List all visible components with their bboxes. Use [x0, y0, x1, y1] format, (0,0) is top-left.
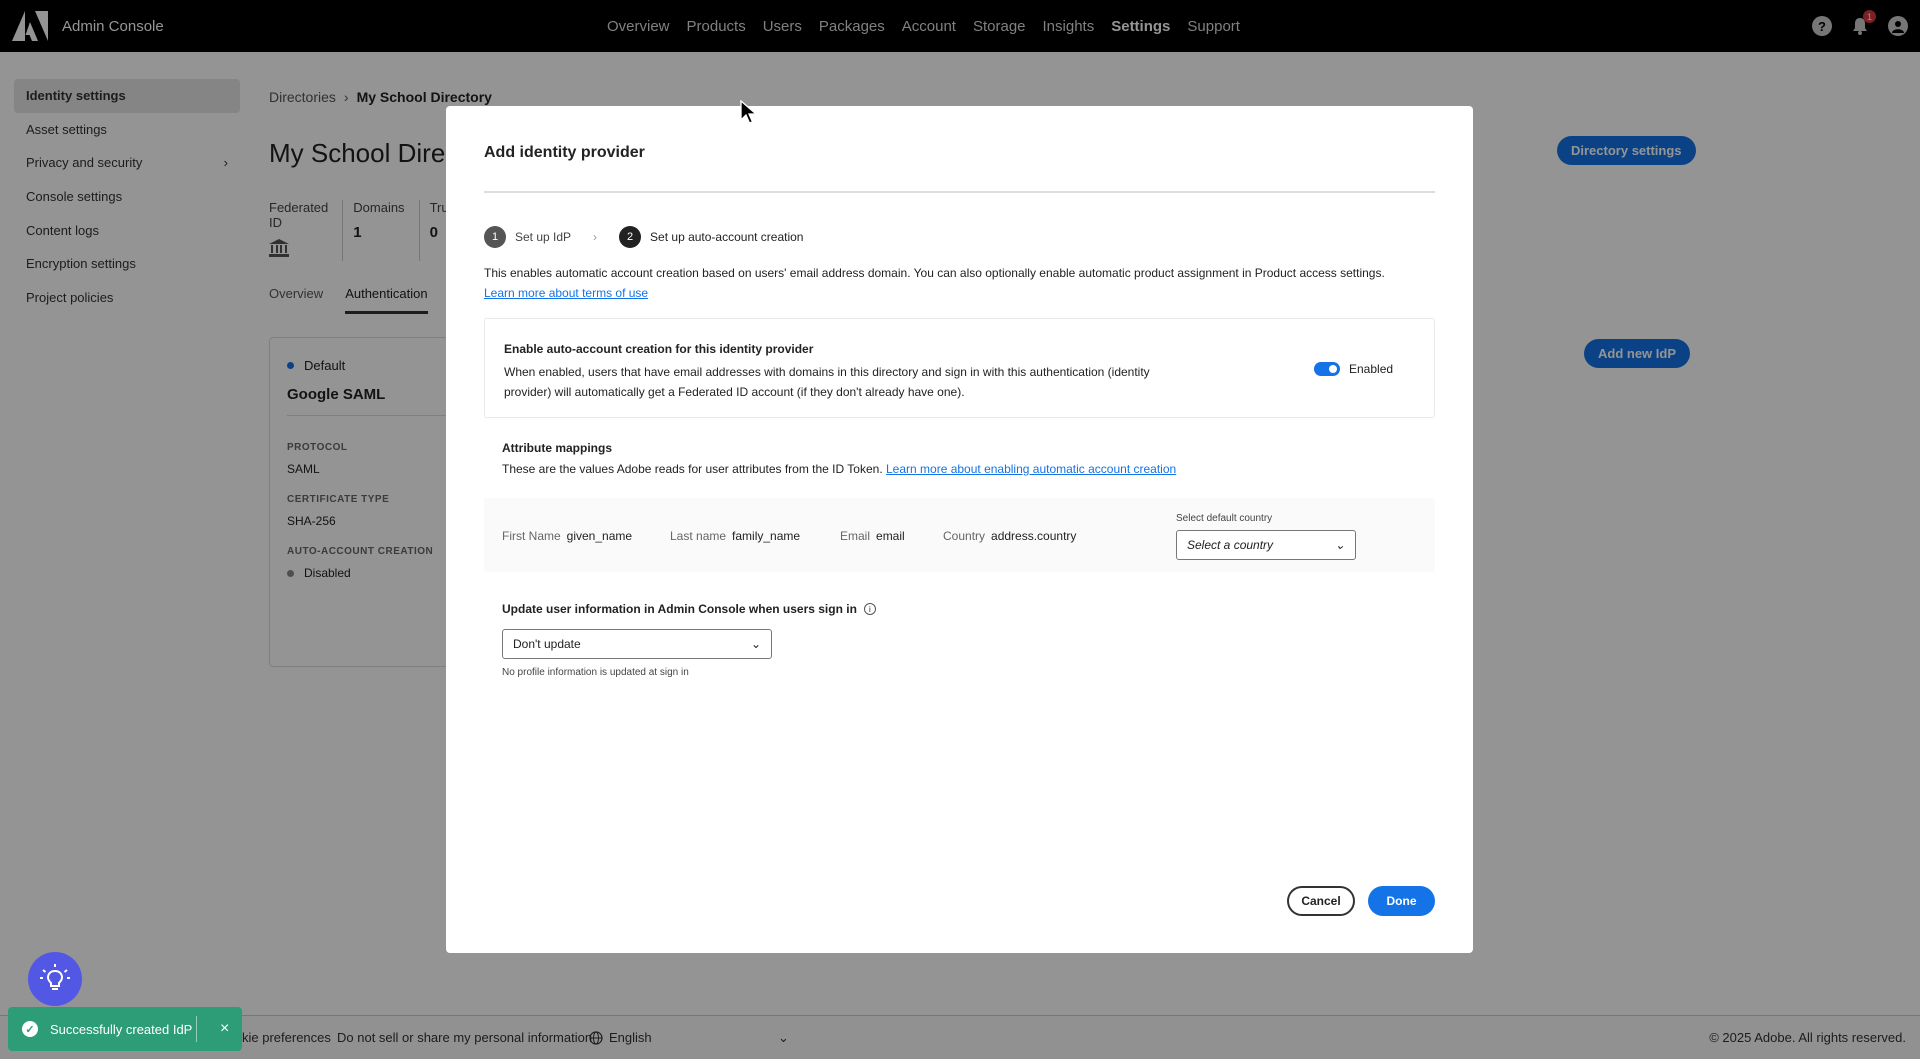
mapping-first-name: First Name given_name	[502, 529, 632, 543]
mapping-value: given_name	[566, 529, 633, 543]
terms-of-use-link[interactable]: Learn more about terms of use	[484, 286, 648, 300]
mapping-key: Last name	[670, 529, 727, 543]
mouse-cursor-icon	[740, 100, 758, 124]
attribute-mappings-title: Attribute mappings	[502, 441, 612, 455]
mapping-last-name: Last name family_name	[670, 529, 800, 543]
mapping-value: family_name	[732, 529, 801, 543]
add-identity-provider-dialog: Add identity provider 1 Set up IdP › 2 S…	[446, 106, 1473, 953]
dialog-title: Add identity provider	[484, 144, 645, 161]
mapping-value: email	[876, 529, 905, 543]
dialog-divider	[484, 191, 1435, 193]
chevron-down-icon: ⌄	[750, 637, 761, 651]
stepper: 1 Set up IdP › 2 Set up auto-account cre…	[484, 226, 803, 248]
mapping-email: Email email	[840, 529, 905, 543]
auto-account-learn-more-link[interactable]: Learn more about enabling automatic acco…	[886, 462, 1176, 476]
toggle-label: Enabled	[1349, 362, 1394, 376]
step-number: 2	[619, 226, 642, 248]
close-icon[interactable]: ×	[220, 1020, 229, 1038]
attribute-mapping-row: First Name given_name Last name family_n…	[484, 498, 1435, 572]
mapping-value: address.country	[991, 529, 1077, 543]
attribute-mappings-description: These are the values Adobe reads for use…	[502, 462, 1176, 476]
lightbulb-icon	[40, 964, 70, 990]
toast-message: Successfully created IdP	[50, 1021, 193, 1037]
toggle-switch[interactable]	[1314, 362, 1340, 376]
chevron-down-icon: ⌄	[1334, 538, 1345, 552]
dialog-description: This enables automatic account creation …	[484, 263, 1435, 303]
toggle-knob	[1329, 365, 1337, 373]
success-toast: ✓ Successfully created IdP ×	[8, 1007, 242, 1051]
select-placeholder: Select a country	[1187, 538, 1274, 552]
mapping-key: Country	[943, 529, 986, 543]
mapping-country: Country address.country	[943, 529, 1076, 543]
step-setup-idp[interactable]: Set up IdP	[515, 230, 571, 244]
step-auto-account-creation: Set up auto-account creation	[650, 230, 804, 244]
attribute-mappings-text: These are the values Adobe reads for use…	[502, 462, 883, 476]
auto-account-description: When enabled, users that have email addr…	[504, 365, 1150, 399]
description-text: This enables automatic account creation …	[484, 266, 1385, 280]
default-country-select[interactable]: Select a country ⌄	[1176, 530, 1356, 560]
select-value: Don't update	[513, 637, 581, 651]
chevron-right-icon: ›	[593, 230, 598, 244]
info-icon[interactable]: i	[863, 603, 876, 615]
help-assistant-button[interactable]	[28, 952, 82, 1006]
done-button[interactable]: Done	[1368, 886, 1435, 916]
default-country-label: Select default country	[1176, 513, 1273, 524]
auto-account-title: Enable auto-account creation for this id…	[504, 342, 814, 356]
mapping-key: First Name	[502, 529, 561, 543]
update-info-select[interactable]: Don't update ⌄	[502, 629, 772, 659]
auto-account-panel: Enable auto-account creation for this id…	[484, 318, 1435, 418]
checkmark-icon: ✓	[22, 1021, 38, 1037]
auto-account-toggle[interactable]: Enabled	[1314, 362, 1393, 376]
cancel-button[interactable]: Cancel	[1287, 886, 1355, 916]
update-info-help: No profile information is updated at sig…	[502, 667, 689, 678]
step-number: 1	[484, 226, 506, 248]
toast-divider	[196, 1016, 197, 1042]
update-info-text: Update user information in Admin Console…	[502, 602, 857, 616]
update-info-title: Update user information in Admin Console…	[502, 602, 876, 616]
mapping-key: Email	[840, 529, 871, 543]
